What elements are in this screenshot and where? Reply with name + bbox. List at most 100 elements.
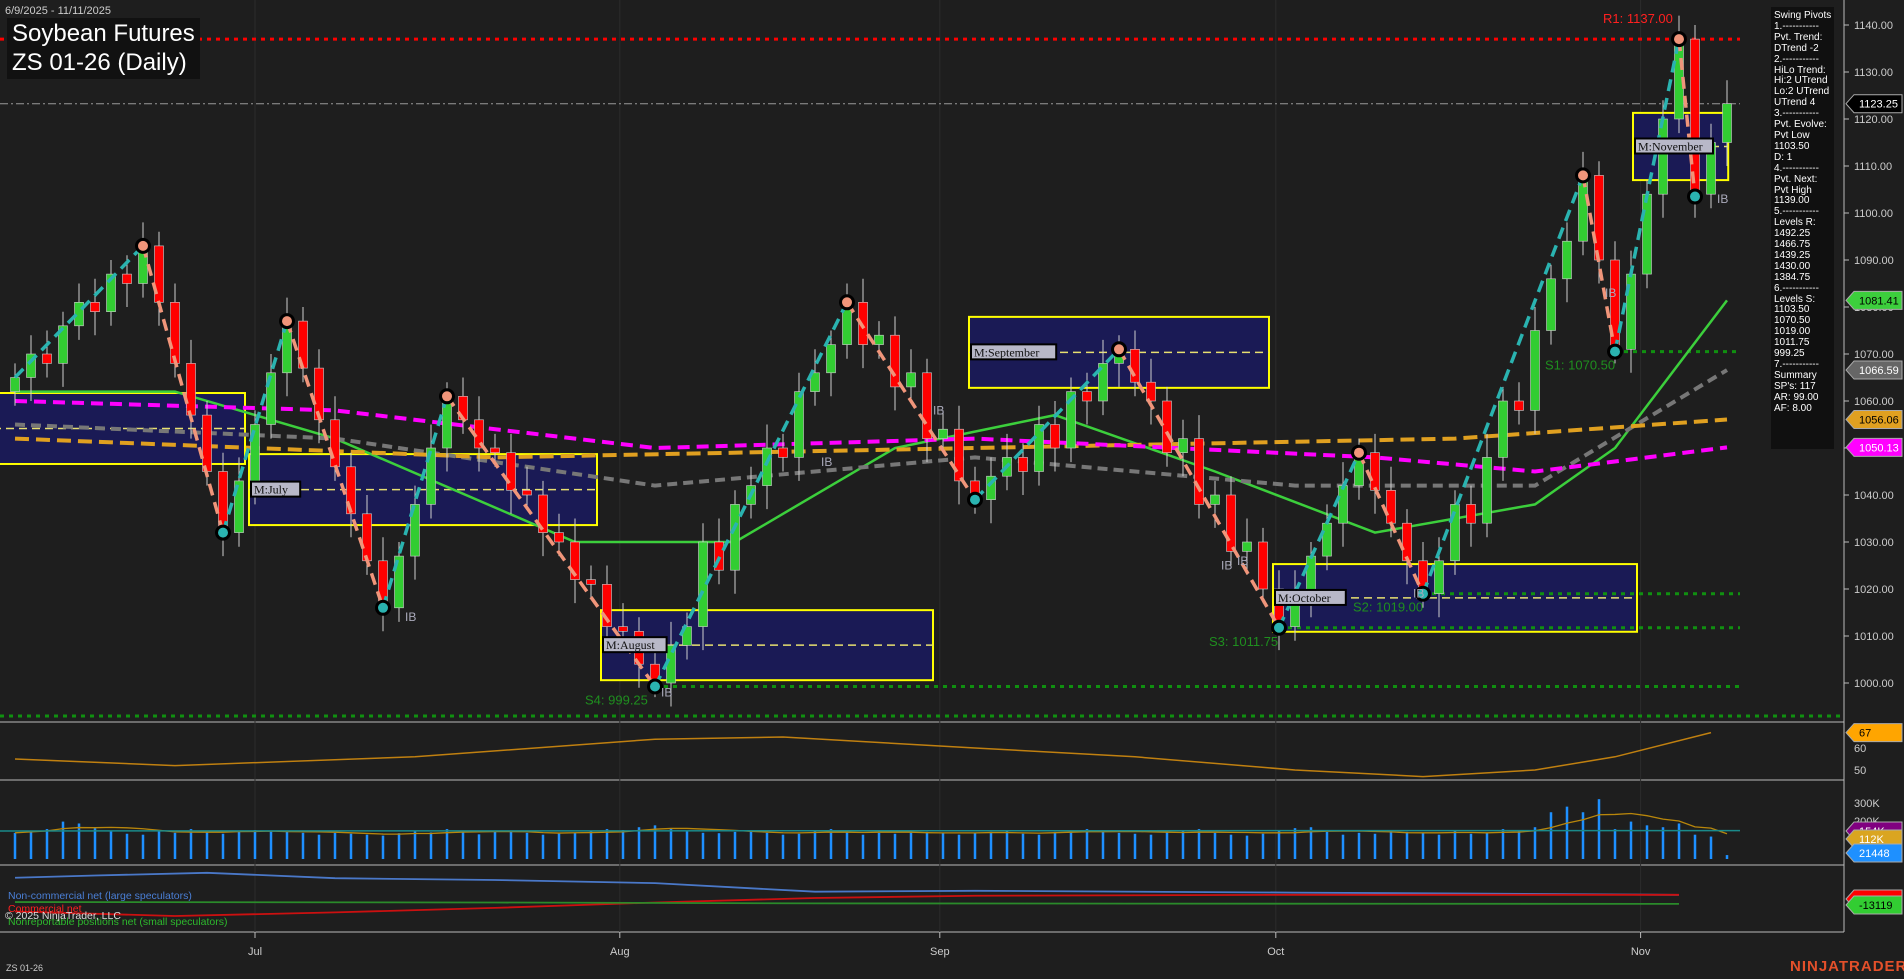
candle-body <box>203 415 212 471</box>
swing-low-marker <box>1609 345 1622 358</box>
candle-body <box>1659 119 1668 194</box>
candle <box>395 542 404 622</box>
candle <box>139 222 148 297</box>
candle <box>907 349 916 401</box>
candle-body <box>1211 495 1220 504</box>
info-line: AF: 8.00 <box>1774 404 1834 415</box>
candle-body <box>1531 331 1540 411</box>
volume-badge: 21448 <box>1859 848 1890 860</box>
candle-body <box>779 448 788 457</box>
monthly-label: M:September <box>974 345 1039 359</box>
candle-body <box>587 580 596 585</box>
inside-bar-label: IB <box>1717 192 1728 206</box>
copyright: © 2025 NinjaTrader, LLC <box>5 910 121 922</box>
title-contract: ZS 01-26 (Daily) <box>12 48 195 77</box>
candle <box>1483 434 1492 537</box>
y-tick-label: 1020.00 <box>1854 584 1894 596</box>
oscillator-badge: 67 <box>1859 728 1871 740</box>
candle-body <box>555 533 564 542</box>
candle <box>1195 415 1204 518</box>
candle-body <box>523 490 532 495</box>
oscillator-badge-bg <box>1846 724 1902 742</box>
candle-body <box>731 504 740 570</box>
candle-body <box>1643 194 1652 274</box>
info-line: DTrend -2 <box>1774 44 1834 55</box>
swing-high-marker <box>1577 169 1590 182</box>
info-line: 2.----------- <box>1774 55 1834 66</box>
candle-body <box>875 335 884 344</box>
candle <box>107 260 116 326</box>
candle <box>1515 382 1524 424</box>
candle-body <box>1483 457 1492 523</box>
swing-line <box>1615 39 1679 352</box>
candle <box>59 312 68 387</box>
candle-body <box>11 378 20 392</box>
info-line: 4.----------- <box>1774 164 1834 175</box>
swing-line <box>847 302 975 499</box>
cot-line <box>15 873 1679 895</box>
candle-body <box>187 363 196 415</box>
instrument-label: ZS 01-26 <box>6 963 43 973</box>
swing-high-marker <box>1673 33 1686 46</box>
candle-body <box>1163 401 1172 453</box>
legend-noncommercial: Non-commercial net (large speculators) <box>8 890 192 902</box>
candle <box>315 349 324 443</box>
candle-body <box>91 302 100 311</box>
candle-body <box>1595 175 1604 260</box>
candle <box>955 406 964 505</box>
y-tick-label: 1030.00 <box>1854 537 1894 549</box>
candle <box>379 537 388 631</box>
date-range: 6/9/2025 - 11/11/2025 <box>5 5 111 17</box>
candle <box>1067 378 1076 463</box>
monthly-label: M:July <box>254 483 288 497</box>
inside-bar-label: IB <box>933 403 944 417</box>
swing-low-marker <box>1689 190 1702 203</box>
candle <box>1259 528 1268 603</box>
y-tick-label: 1060.00 <box>1854 396 1894 408</box>
chart-title: Soybean Futures ZS 01-26 (Daily) <box>7 18 200 79</box>
x-tick-label: Nov <box>1631 946 1651 958</box>
swing-line <box>143 246 223 533</box>
candle-body <box>171 302 180 363</box>
y-tick-label: 1120.00 <box>1854 114 1893 126</box>
level-label: S2: 1019.00 <box>1353 600 1423 615</box>
candle-body <box>1403 523 1412 561</box>
swing-high-marker <box>137 239 150 252</box>
x-tick-label: Sep <box>930 946 950 958</box>
candle-body <box>1387 490 1396 523</box>
candle-body <box>1147 382 1156 401</box>
y-tick-label: 1070.00 <box>1854 349 1894 361</box>
candle-body <box>363 514 372 561</box>
inside-bar-label: IB <box>661 685 672 699</box>
swing-low-marker <box>969 493 982 506</box>
candle-body <box>1371 453 1380 491</box>
ninjatrader-logo: NINJATRADER <box>1790 958 1904 975</box>
cot-line <box>15 902 1679 904</box>
candle <box>715 519 724 585</box>
candle-body <box>1259 542 1268 589</box>
candle-body <box>123 274 132 283</box>
level-label: S1: 1070.50 <box>1545 358 1615 373</box>
level-label: S4: 999.25 <box>585 693 648 708</box>
y-tick-label: 1100.00 <box>1854 208 1893 220</box>
inside-bar-label: IB <box>1413 587 1424 601</box>
price-chart[interactable]: JulAugSepOctNov1140.001130.001120.001110… <box>0 0 1904 979</box>
mid-ma-badge: 1066.59 <box>1859 365 1899 377</box>
inside-bar-label: IB <box>1605 286 1616 300</box>
candle-body <box>939 429 948 438</box>
y-tick-label: 1040.00 <box>1854 490 1894 502</box>
y-tick-label: 1000.00 <box>1854 678 1894 690</box>
cot-line <box>15 895 1679 916</box>
candle <box>763 425 772 510</box>
level-label: S3: 1011.75 <box>1209 634 1278 649</box>
swing-low-marker <box>377 601 390 614</box>
info-line: Pvt. Next: <box>1774 175 1834 186</box>
swing-low-marker <box>1273 621 1286 634</box>
swing-high-marker <box>841 296 854 309</box>
candle <box>923 359 932 462</box>
last-price-badge: 1123.25 <box>1859 99 1898 111</box>
info-line: 6.----------- <box>1774 284 1834 295</box>
x-tick-label: Aug <box>610 946 630 958</box>
candle <box>1003 434 1012 490</box>
monthly-label: M:October <box>1278 591 1331 605</box>
